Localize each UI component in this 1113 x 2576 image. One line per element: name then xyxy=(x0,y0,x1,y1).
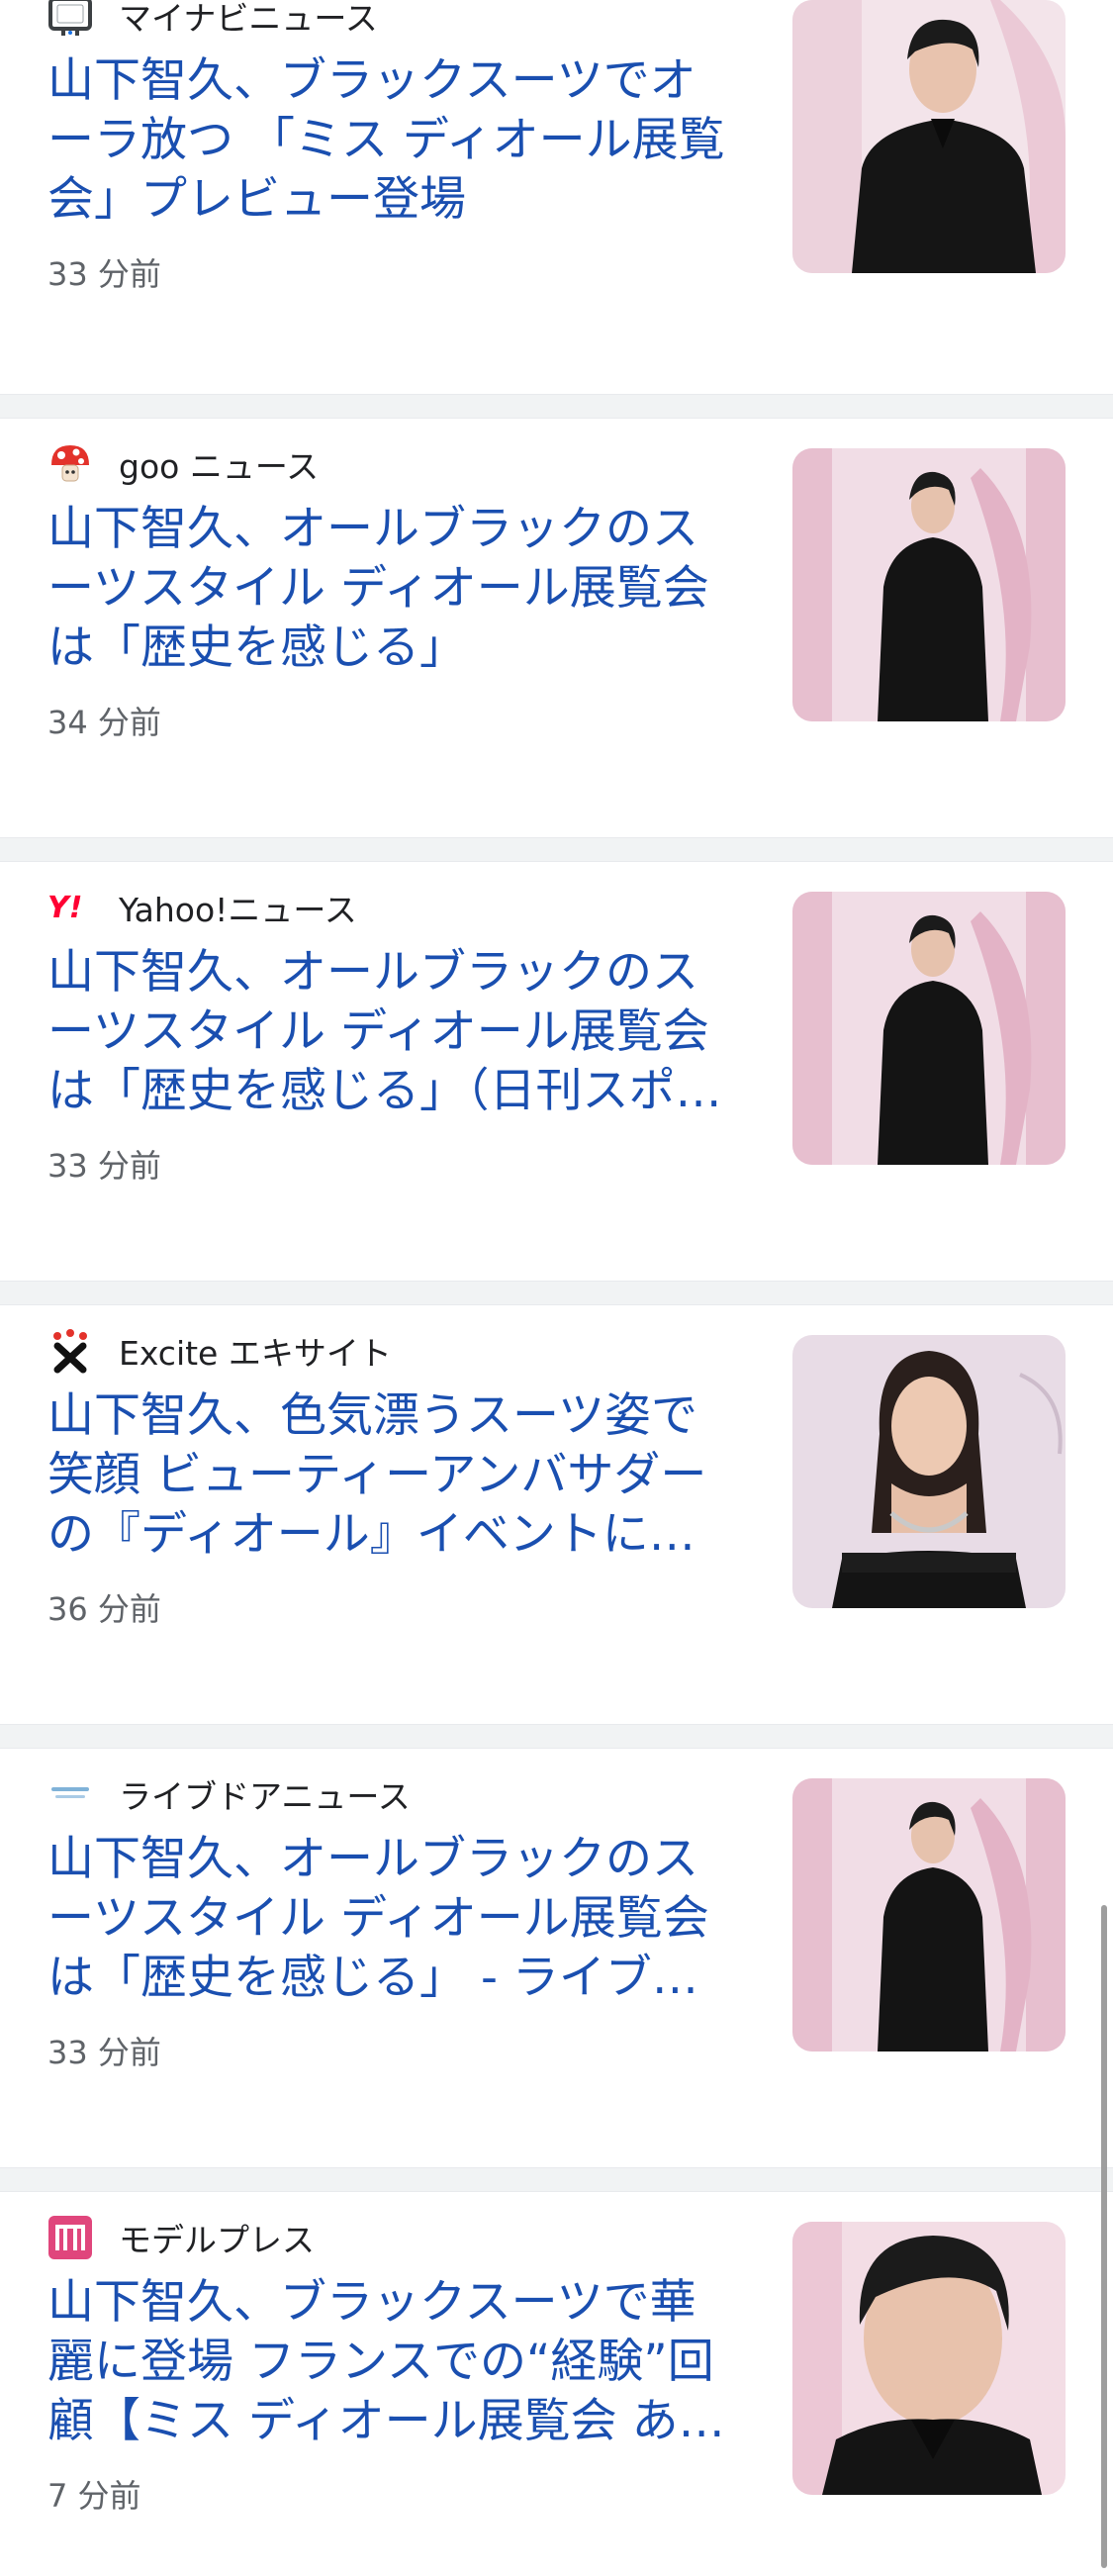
source-name: goo ニュース xyxy=(119,447,320,486)
card-separator xyxy=(0,837,1113,862)
source-name: Yahoo!ニュース xyxy=(119,891,357,929)
livedoor-icon xyxy=(47,1771,93,1817)
article-time: 33 分前 xyxy=(47,1147,161,1185)
card-separator xyxy=(0,1281,1113,1305)
svg-text:Y!: Y! xyxy=(47,891,82,925)
article-thumbnail[interactable] xyxy=(792,2222,1066,2495)
article-time: 36 分前 xyxy=(47,1590,161,1628)
article-thumbnail[interactable] xyxy=(792,1778,1066,2051)
article-headline[interactable]: 山下智久、ブラックスーツでオーラ放つ 「ミス ディオール展覧会」プレビュー登場 xyxy=(47,51,740,230)
article-headline[interactable]: 山下智久、色気漂うスーツ姿で笑顔 ビューティーアンバサダーの『ディオール』イベン… xyxy=(47,1386,740,1565)
source-name: ライブドアニュース xyxy=(119,1777,411,1816)
article-thumbnail[interactable] xyxy=(792,892,1066,1165)
article-headline[interactable]: 山下智久、オールブラックのスーツスタイル ディオール展覧会は「歴史を感じる」 -… xyxy=(47,1830,740,2008)
article-thumbnail[interactable] xyxy=(792,1335,1066,1608)
card-separator xyxy=(0,2167,1113,2192)
article-thumbnail[interactable] xyxy=(792,0,1066,273)
news-card[interactable]: Excite エキサイト 山下智久、色気漂うスーツ姿で笑顔 ビューティーアンバサ… xyxy=(0,1305,1113,1704)
article-time: 33 分前 xyxy=(47,2034,161,2071)
article-time: 7 分前 xyxy=(47,2477,141,2515)
scrollbar[interactable] xyxy=(1101,1905,1107,2568)
news-card[interactable]: モデルプレス 山下智久、ブラックスーツで華麗に登場 フランスでの“経験”回顧【ミ… xyxy=(0,2192,1113,2576)
news-source: goo ニュース xyxy=(47,434,319,494)
news-card[interactable]: マイナビニュース 山下智久、ブラックスーツでオーラ放つ 「ミス ディオール展覧会… xyxy=(0,0,1113,369)
news-source: Y! Yahoo!ニュース xyxy=(47,878,357,937)
news-feed: マイナビニュース 山下智久、ブラックスーツでオーラ放つ 「ミス ディオール展覧会… xyxy=(0,0,1113,2576)
news-card[interactable]: ライブドアニュース 山下智久、オールブラックのスーツスタイル ディオール展覧会は… xyxy=(0,1749,1113,2147)
article-headline[interactable]: 山下智久、オールブラックのスーツスタイル ディオール展覧会は「歴史を感じる」 xyxy=(47,500,740,678)
article-headline[interactable]: 山下智久、ブラックスーツで華麗に登場 フランスでの“経験”回顧【ミス ディオール… xyxy=(47,2273,740,2451)
news-source: モデルプレス xyxy=(47,2208,315,2267)
news-source: マイナビニュース xyxy=(47,0,378,46)
source-name: Excite エキサイト xyxy=(119,1334,392,1373)
card-separator xyxy=(0,394,1113,419)
news-source: Excite エキサイト xyxy=(47,1321,392,1381)
yahoo-icon: Y! xyxy=(47,885,93,930)
news-source: ライブドアニュース xyxy=(47,1765,411,1824)
goo-mushroom-icon xyxy=(47,441,93,487)
excite-icon xyxy=(47,1328,93,1374)
article-time: 34 分前 xyxy=(47,704,161,741)
article-headline[interactable]: 山下智久、オールブラックのスーツスタイル ディオール展覧会は「歴史を感じる」（日… xyxy=(47,943,740,1121)
news-card[interactable]: Y! Yahoo!ニュース 山下智久、オールブラックのスーツスタイル ディオール… xyxy=(0,862,1113,1261)
card-separator xyxy=(0,1724,1113,1749)
news-card[interactable]: goo ニュース 山下智久、オールブラックのスーツスタイル ディオール展覧会は「… xyxy=(0,419,1113,817)
source-name: モデルプレス xyxy=(119,2221,315,2259)
modelpress-icon xyxy=(47,2215,93,2260)
tv-icon xyxy=(47,0,93,39)
article-time: 33 分前 xyxy=(47,255,161,293)
source-name: マイナビニュース xyxy=(119,0,378,38)
article-thumbnail[interactable] xyxy=(792,448,1066,721)
